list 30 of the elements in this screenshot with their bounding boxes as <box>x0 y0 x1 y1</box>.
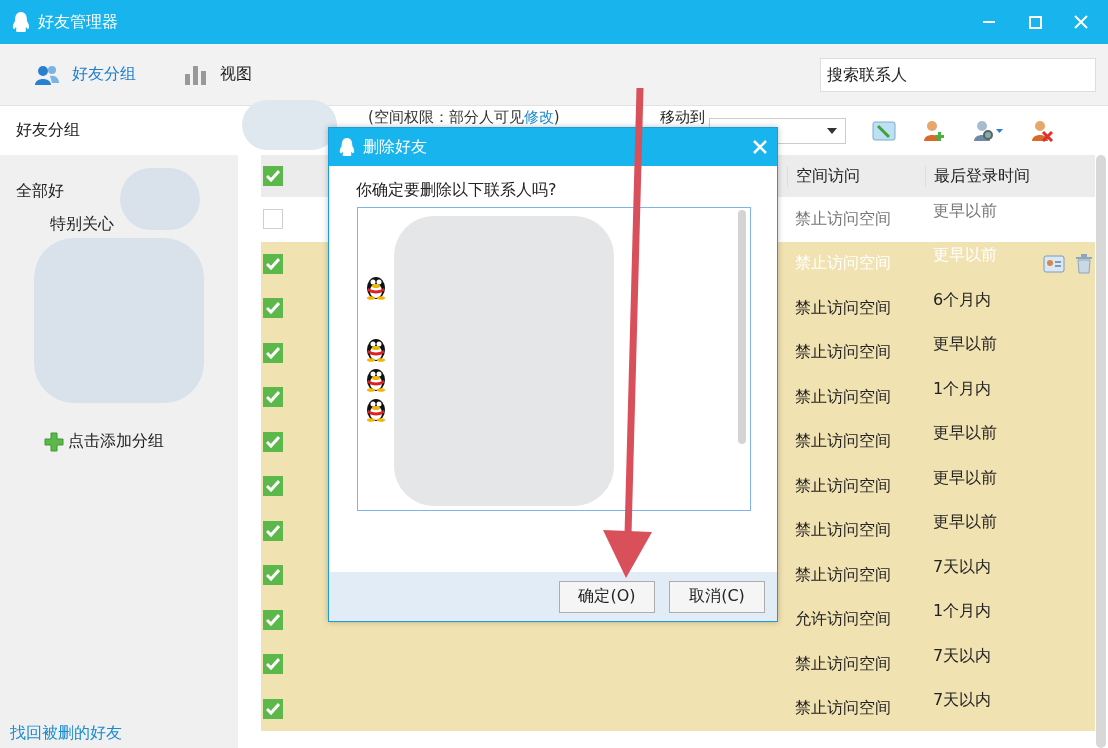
table-cell-text: 7天以内 <box>933 645 993 667</box>
table-cell-text: 禁止访问空间 <box>795 253 892 275</box>
table-cell-text: 7天以内 <box>933 556 993 578</box>
table-cell-text: 禁止访问空间 <box>795 386 892 408</box>
confirm-question: 你确定要删除以下联系人吗? <box>356 180 558 201</box>
table-cell-text: 禁止访问空间 <box>795 653 892 675</box>
table-cell-text: 更早以前 <box>933 334 998 356</box>
table-cell-text: 7天以内 <box>933 690 993 712</box>
table-cell-text: 更早以前 <box>933 200 998 222</box>
table-cell-text: 更早以前 <box>933 467 998 489</box>
move-to-label: 移动到 <box>659 108 705 126</box>
table-cell-text: 更早以前 <box>933 245 998 267</box>
table-cell-text: 1个月内 <box>933 378 993 400</box>
table-cell-text: 禁止访问空间 <box>795 698 892 720</box>
table-cell-text: 禁止访问空间 <box>795 564 892 586</box>
table-cell-text: 允许访问空间 <box>795 609 892 631</box>
table-cell-text: 禁止访问空间 <box>795 431 892 453</box>
dialog-title: 删除好友 <box>363 136 428 158</box>
table-cell-text: 6个月内 <box>933 289 993 311</box>
table-cell-text: 禁止访问空间 <box>795 475 892 497</box>
table-cell-text: 禁止访问空间 <box>795 208 892 230</box>
table-cell-text: 禁止访问空间 <box>795 520 892 542</box>
sidebar-header: 好友分组 <box>0 106 238 155</box>
permission-text: (空间权限：部分人可见修改) <box>368 108 560 126</box>
table-cell-text: 禁止访问空间 <box>795 297 892 319</box>
window-title: 好友管理器 <box>38 11 119 33</box>
table-cell-text: 更早以前 <box>933 423 998 445</box>
table-cell-text: 更早以前 <box>933 512 998 534</box>
table-cell-text: 1个月内 <box>933 601 993 623</box>
table-cell-text: 禁止访问空间 <box>795 342 892 364</box>
